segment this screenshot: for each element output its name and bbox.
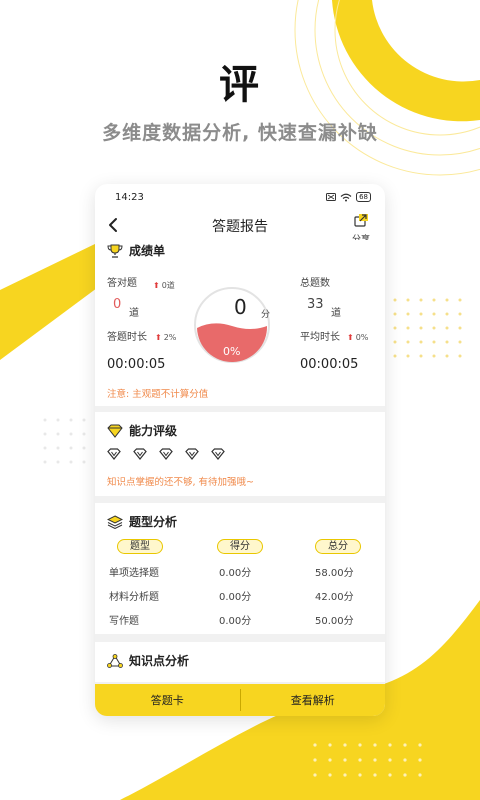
score-note: 注意: 主观题不计算分值 [107,389,209,400]
correct-unit: 道 [129,308,139,319]
total-label: 总题数 [300,278,330,289]
wifi-icon [340,193,352,201]
rating-diamond-icon [185,448,199,460]
avg-delta: ⬆ 0% [347,333,368,342]
knowledge-header: 知识点分析 [107,652,189,669]
rating-diamonds [107,448,225,460]
score-card: 成绩单 答对题 ⬆ 0道 0 道 总题数 33 道 答题时长 ⬆ 2% 00:00:… [95,240,385,406]
up-arrow-icon: ⬆ [153,281,160,290]
rating-diamond-icon [211,448,225,460]
time-delta-value: 2% [163,333,177,342]
correct-label: 答对题 [107,278,137,289]
total-unit: 道 [331,308,341,319]
accuracy-value: 0% [223,345,241,358]
rating-diamond-icon [107,448,121,460]
col-header-score: 得分 [217,539,263,554]
col-header-type: 题型 [117,539,163,554]
score-unit: 分 [261,310,271,320]
correct-delta: ⬆ 0道 [153,280,175,291]
col-header-total: 总分 [315,539,361,554]
avg-delta-value: 0% [355,333,369,342]
type-analysis-header: 题型分析 [107,513,177,530]
row-type: 材料分析题 [109,592,159,603]
trophy-icon [107,244,123,258]
network-icon [107,653,123,668]
layers-icon [107,514,123,529]
row-total: 42.00分 [315,592,354,603]
title-bar: 答题报告 分享 [95,210,385,245]
phone-screen: 14:23 68 答题报告 分享 成绩单 答对题 ⬆0道 0 道 总题数 33 … [95,184,385,716]
avg-label: 平均时长 [300,332,340,343]
status-icons: 68 [326,192,371,202]
knowledge-title: 知识点分析 [129,654,190,668]
bottom-action-bar: 答题卡 查看解析 [95,684,385,716]
rating-diamond-icon [133,448,147,460]
ability-title: 能力评级 [129,424,178,438]
status-time: 14:23 [115,191,144,203]
row-score: 0.00分 [219,568,252,579]
time-label: 答题时长 [107,332,147,343]
share-icon [354,214,368,227]
knowledge-card: 知识点分析 [95,642,385,682]
diamond-icon [107,424,123,438]
avg-value: 00:00:05 [300,357,359,372]
type-analysis-card: 题型分析 题型 得分 总分 单项选择题 0.00分 58.00分 材料分析题 0… [95,503,385,634]
score-value: 0 [234,295,247,319]
ability-card: 能力评级 知识点掌握的还不够, 有待加强哦~ [95,412,385,496]
row-score: 0.00分 [219,616,252,627]
ability-comment: 知识点掌握的还不够, 有待加强哦~ [107,477,254,488]
row-total: 50.00分 [315,616,354,627]
answer-card-button[interactable]: 答题卡 [95,692,240,708]
notification-icon [326,193,337,201]
rating-diamond-icon [159,448,173,460]
total-value: 33 [307,297,324,312]
up-arrow-icon: ⬆ [155,333,162,342]
ability-header: 能力评级 [107,422,177,439]
battery-icon: 68 [356,192,371,202]
score-card-title: 成绩单 [129,244,166,258]
page-title: 答题报告 [212,219,268,235]
time-value: 00:00:05 [107,357,166,372]
promo-heading: 评 [219,62,261,108]
row-type: 单项选择题 [109,568,159,579]
score-card-header: 成绩单 [107,242,165,259]
up-arrow-icon: ⬆ [347,333,354,342]
view-analysis-button[interactable]: 查看解析 [241,692,386,708]
correct-value: 0 [113,297,122,312]
row-score: 0.00分 [219,592,252,603]
time-delta: ⬆ 2% [155,333,176,342]
correct-delta-value: 0道 [161,281,175,290]
row-total: 58.00分 [315,568,354,579]
promo-subtitle: 多维度数据分析, 快速查漏补缺 [102,122,378,144]
type-analysis-title: 题型分析 [129,515,178,529]
status-bar: 14:23 68 [95,184,385,210]
row-type: 写作题 [109,616,139,627]
